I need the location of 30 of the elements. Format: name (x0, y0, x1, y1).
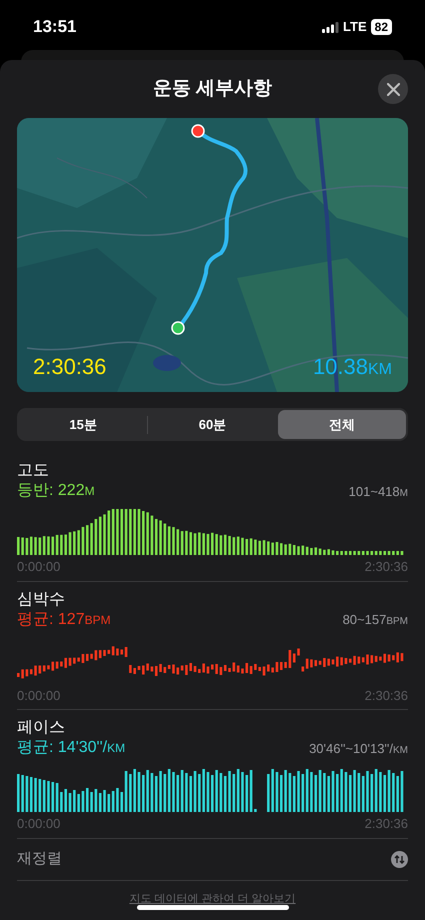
segment-tab[interactable]: 60분 (148, 410, 277, 439)
metric-title: 고도 (17, 461, 50, 481)
sheet-title: 운동 세부사항 (152, 76, 272, 101)
swap-arrows-icon (394, 854, 405, 864)
reorder-label: 재정렬 (17, 848, 62, 869)
network-label: LTE (343, 18, 367, 36)
segment-tab[interactable]: 전체 (278, 410, 406, 439)
workout-distance: 10.38KM (312, 353, 392, 381)
start-time: 0:00:00 (17, 558, 60, 576)
signal-icon (322, 22, 340, 32)
end-time: 2:30:36 (364, 686, 408, 704)
metric-summary: 등반: 222M (17, 481, 95, 501)
reorder-button[interactable] (391, 850, 408, 868)
close-icon (386, 82, 400, 96)
end-time: 2:30:36 (364, 815, 408, 833)
metric-range: 101~418M (348, 482, 408, 500)
segment-tab[interactable]: 15분 (19, 410, 148, 439)
metric-range: 30'46''~10'13''/KM (309, 740, 408, 758)
battery-level: 82 (370, 19, 392, 35)
metric-title: 심박수 (17, 590, 66, 610)
metric-summary: 평균: 127BPM (17, 610, 111, 630)
clock: 13:51 (33, 16, 76, 38)
metric-summary: 평균: 14'30''/KM (17, 738, 126, 758)
end-time: 2:30:36 (364, 558, 408, 576)
metric-title: 페이스 (17, 718, 66, 738)
start-time: 0:00:00 (17, 815, 60, 833)
close-button[interactable] (378, 74, 408, 104)
metric-range: 80~157BPM (342, 611, 408, 629)
workout-duration: 2:30:36 (33, 353, 106, 381)
start-time: 0:00:00 (17, 686, 60, 704)
